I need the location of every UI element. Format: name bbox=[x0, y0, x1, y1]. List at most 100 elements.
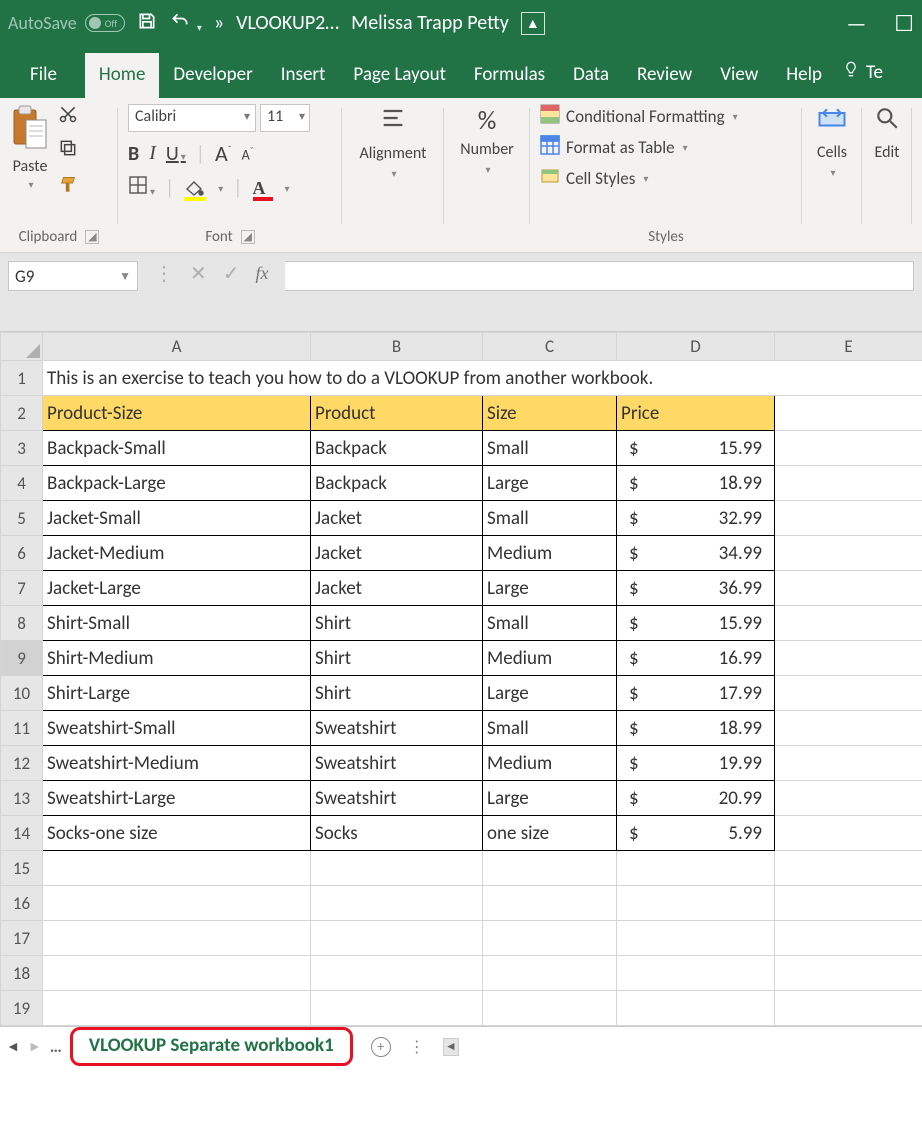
col-header-c[interactable]: C bbox=[483, 333, 617, 361]
cell[interactable]: Medium bbox=[483, 746, 617, 781]
number-dropdown-icon[interactable]: ▾ bbox=[485, 163, 490, 176]
col-header-e[interactable]: E bbox=[775, 333, 922, 361]
hscroll-left-icon[interactable]: ◄ bbox=[443, 1038, 459, 1056]
cell[interactable]: Backpack bbox=[311, 431, 483, 466]
cell[interactable] bbox=[483, 921, 617, 956]
copy-icon[interactable] bbox=[58, 138, 80, 164]
minimize-icon[interactable]: — bbox=[846, 10, 866, 37]
cell[interactable]: Jacket bbox=[311, 571, 483, 606]
maximize-icon[interactable]: ☐ bbox=[894, 10, 914, 37]
cell[interactable] bbox=[775, 816, 922, 851]
borders-button[interactable]: ▾ bbox=[128, 175, 155, 201]
paste-icon[interactable] bbox=[10, 104, 50, 155]
cell[interactable] bbox=[775, 676, 922, 711]
cell[interactable]: $34.99 bbox=[617, 536, 775, 571]
tab-data[interactable]: Data bbox=[559, 53, 623, 98]
cell[interactable]: $18.99 bbox=[617, 466, 775, 501]
cell[interactable]: $32.99 bbox=[617, 501, 775, 536]
sheet-options-icon[interactable]: ⋮ bbox=[409, 1037, 425, 1057]
cell[interactable] bbox=[775, 991, 922, 1026]
cell[interactable] bbox=[311, 886, 483, 921]
col-header-b[interactable]: B bbox=[311, 333, 483, 361]
cell[interactable] bbox=[43, 851, 311, 886]
cell[interactable]: one size bbox=[483, 816, 617, 851]
cell[interactable] bbox=[775, 956, 922, 991]
cell[interactable]: Jacket-Large bbox=[43, 571, 311, 606]
cell[interactable]: $17.99 bbox=[617, 676, 775, 711]
cell[interactable]: Sweatshirt-Medium bbox=[43, 746, 311, 781]
cancel-formula-icon[interactable]: ✕ bbox=[190, 261, 207, 286]
tab-file[interactable]: File bbox=[12, 53, 85, 98]
row-header[interactable]: 6 bbox=[1, 536, 43, 571]
col-header-a[interactable]: A bbox=[43, 333, 311, 361]
formula-input[interactable] bbox=[285, 261, 914, 291]
tab-home[interactable]: Home bbox=[85, 53, 160, 98]
bold-button[interactable]: B bbox=[128, 142, 139, 166]
font-name-select[interactable]: Calibri bbox=[128, 104, 256, 132]
undo-icon[interactable]: ▾ bbox=[169, 11, 202, 36]
cell[interactable] bbox=[775, 921, 922, 956]
cell[interactable] bbox=[775, 466, 922, 501]
cut-icon[interactable] bbox=[58, 104, 80, 130]
cell[interactable]: Backpack-Small bbox=[43, 431, 311, 466]
col-header-d[interactable]: D bbox=[617, 333, 775, 361]
select-all-corner[interactable] bbox=[1, 333, 43, 361]
row-header[interactable]: 15 bbox=[1, 851, 43, 886]
cell[interactable]: $19.99 bbox=[617, 746, 775, 781]
cell[interactable]: $5.99 bbox=[617, 816, 775, 851]
cell[interactable] bbox=[775, 886, 922, 921]
cell[interactable]: Sweatshirt-Small bbox=[43, 711, 311, 746]
table-header-cell[interactable]: Size bbox=[483, 396, 617, 431]
cell[interactable] bbox=[43, 956, 311, 991]
cell[interactable] bbox=[775, 781, 922, 816]
name-box-dropdown-icon[interactable]: ▼ bbox=[119, 269, 131, 284]
cells-button[interactable]: Cells ▾ bbox=[817, 104, 847, 179]
font-color-dropdown-icon[interactable]: ▾ bbox=[285, 182, 290, 195]
cell[interactable] bbox=[483, 851, 617, 886]
cell[interactable] bbox=[483, 991, 617, 1026]
cell[interactable] bbox=[617, 921, 775, 956]
italic-button[interactable]: I bbox=[149, 142, 156, 165]
row-header[interactable]: 9 bbox=[1, 641, 43, 676]
cell[interactable]: $36.99 bbox=[617, 571, 775, 606]
tell-me[interactable]: Te bbox=[836, 48, 889, 98]
cell[interactable]: $20.99 bbox=[617, 781, 775, 816]
cell[interactable] bbox=[775, 711, 922, 746]
sheet-overflow-icon[interactable]: … bbox=[50, 1036, 62, 1057]
row-header[interactable]: 19 bbox=[1, 991, 43, 1026]
cell[interactable]: Small bbox=[483, 431, 617, 466]
autosave-toggle[interactable]: AutoSave Off bbox=[8, 12, 125, 34]
row-header[interactable]: 3 bbox=[1, 431, 43, 466]
cell[interactable]: Sweatshirt-Large bbox=[43, 781, 311, 816]
ribbon-display-icon[interactable]: ▲ bbox=[521, 12, 545, 35]
tab-help[interactable]: Help bbox=[772, 53, 836, 98]
cell[interactable]: $18.99 bbox=[617, 711, 775, 746]
cell[interactable] bbox=[775, 501, 922, 536]
cell[interactable]: Backpack bbox=[311, 466, 483, 501]
enter-formula-icon[interactable]: ✓ bbox=[223, 261, 240, 286]
name-box[interactable]: G9 ▼ bbox=[8, 261, 138, 291]
sheet-tab-active[interactable]: VLOOKUP Separate workbook1 bbox=[70, 1027, 353, 1066]
cell[interactable] bbox=[311, 991, 483, 1026]
conditional-formatting-button[interactable]: Conditional Formatting▾ bbox=[540, 104, 792, 129]
tab-developer[interactable]: Developer bbox=[159, 53, 266, 98]
underline-button[interactable]: U▾ bbox=[166, 142, 186, 166]
fill-color-button[interactable] bbox=[184, 178, 206, 198]
font-dialog-launcher-icon[interactable]: ◢ bbox=[241, 230, 255, 244]
font-size-select[interactable]: 11 bbox=[260, 104, 310, 132]
cell[interactable]: Socks bbox=[311, 816, 483, 851]
row-header[interactable]: 11 bbox=[1, 711, 43, 746]
cell[interactable]: Small bbox=[483, 501, 617, 536]
cell-styles-button[interactable]: Cell Styles▾ bbox=[540, 166, 792, 191]
cell[interactable]: Small bbox=[483, 711, 617, 746]
tab-review[interactable]: Review bbox=[623, 53, 706, 98]
cell[interactable]: Backpack-Large bbox=[43, 466, 311, 501]
qat-more-icon[interactable]: » bbox=[214, 11, 224, 35]
cell[interactable] bbox=[483, 886, 617, 921]
worksheet-grid[interactable]: A B C D E 1This is an exercise to teach … bbox=[0, 332, 922, 1026]
cell[interactable] bbox=[775, 746, 922, 781]
cell[interactable]: Medium bbox=[483, 536, 617, 571]
cell[interactable] bbox=[775, 606, 922, 641]
row-header[interactable]: 2 bbox=[1, 396, 43, 431]
cell[interactable] bbox=[483, 956, 617, 991]
